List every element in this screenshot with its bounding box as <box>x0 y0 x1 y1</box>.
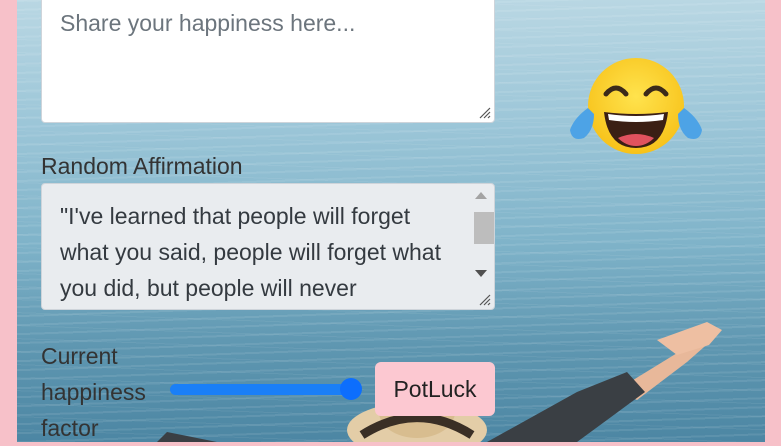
affirmation-label: Random Affirmation <box>41 153 243 179</box>
scroll-thumb[interactable] <box>474 212 494 244</box>
affirmation-textarea[interactable]: "I've learned that people will forget wh… <box>41 183 495 310</box>
affirmation-scrollbar[interactable] <box>470 186 494 308</box>
affirmation-text: "I've learned that people will forget wh… <box>60 203 441 301</box>
scroll-up-arrow-icon[interactable] <box>475 192 487 199</box>
resize-grip-icon[interactable] <box>479 107 491 119</box>
happiness-placeholder: Share your happiness here... <box>60 10 356 36</box>
slider-track[interactable] <box>170 384 352 395</box>
slider-thumb[interactable] <box>340 378 362 400</box>
scroll-down-arrow-icon[interactable] <box>475 270 487 277</box>
happiness-factor-label: Current happiness factor <box>41 343 146 441</box>
face-with-tears-of-joy-icon <box>570 58 702 154</box>
happiness-slider[interactable] <box>170 378 362 400</box>
resize-grip-icon[interactable] <box>479 294 491 306</box>
potluck-button[interactable]: PotLuck <box>375 362 495 416</box>
happiness-textarea[interactable]: Share your happiness here... <box>41 0 495 123</box>
